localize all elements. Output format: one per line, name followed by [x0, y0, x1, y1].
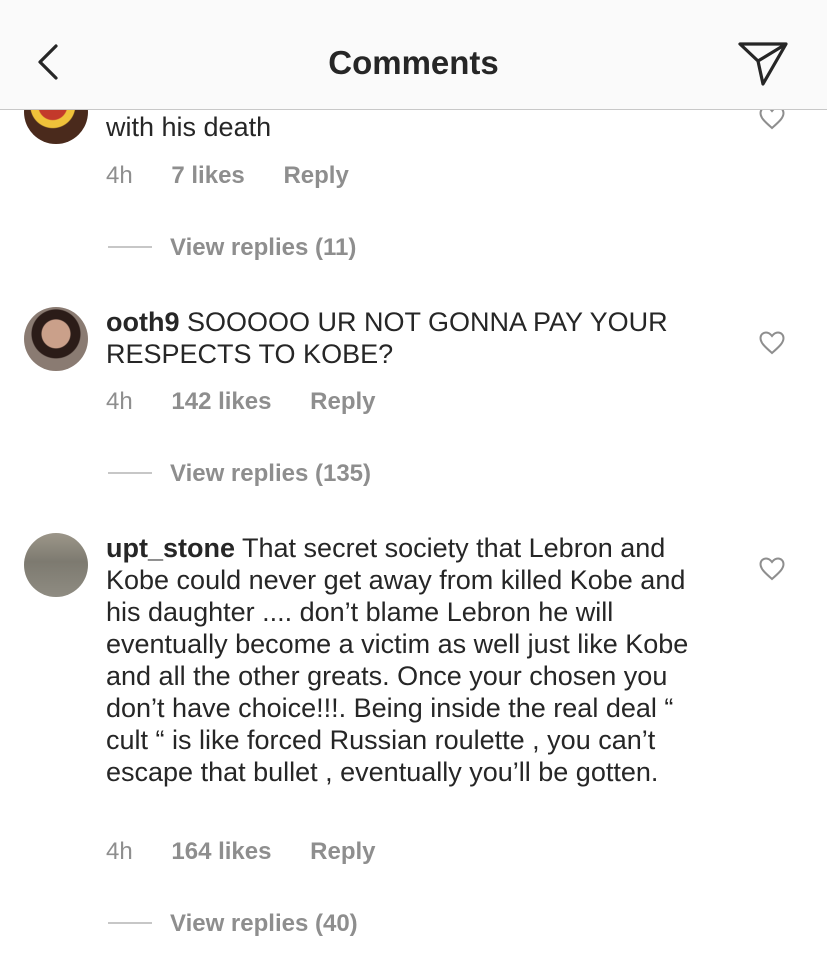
view-replies-label: View replies (11) [170, 234, 357, 261]
view-replies-button[interactable]: View replies (11) [108, 234, 356, 262]
avatar[interactable] [24, 533, 88, 597]
view-replies-button[interactable]: View replies (135) [108, 460, 371, 488]
comment-likes[interactable]: 7 likes [171, 162, 244, 190]
avatar[interactable] [24, 307, 88, 371]
paper-plane-icon[interactable] [736, 38, 790, 88]
comments-feed[interactable]: with his death 4h 7 likes Reply View rep… [0, 0, 827, 964]
view-replies-button[interactable]: View replies (40) [108, 910, 358, 938]
comment-time: 4h [106, 162, 133, 189]
comment-text: ooth9 SOOOOO UR NOT GONNA PAY YOUR RESPE… [106, 306, 716, 370]
navigation-header: Comments [0, 0, 827, 110]
comment-time: 4h [106, 838, 133, 865]
reply-button[interactable]: Reply [283, 162, 348, 190]
divider-line [108, 245, 152, 248]
reply-button[interactable]: Reply [310, 838, 375, 866]
heart-icon[interactable] [759, 331, 785, 355]
comment-likes[interactable]: 142 likes [171, 388, 271, 416]
comment-meta: 4h 164 likes Reply [106, 838, 376, 866]
comment-body: with his death [106, 112, 272, 142]
comment-username[interactable]: upt_stone [106, 533, 235, 563]
view-replies-label: View replies (135) [170, 460, 371, 487]
comment-body: That secret society that Lebron and Kobe… [106, 533, 689, 787]
divider-line [108, 471, 152, 474]
comment-meta: 4h 7 likes Reply [106, 162, 349, 190]
comment-likes[interactable]: 164 likes [171, 838, 271, 866]
comment-time: 4h [106, 388, 133, 415]
divider-line [108, 921, 152, 924]
heart-icon[interactable] [759, 557, 785, 581]
comment-text: with his death [106, 111, 716, 143]
reply-button[interactable]: Reply [310, 388, 375, 416]
view-replies-label: View replies (40) [170, 910, 358, 937]
comment-body: SOOOOO UR NOT GONNA PAY YOUR RESPECTS TO… [106, 307, 668, 369]
comment-text: upt_stone That secret society that Lebro… [106, 532, 716, 788]
comment-username[interactable]: ooth9 [106, 307, 180, 337]
page-title: Comments [328, 44, 499, 81]
comment-meta: 4h 142 likes Reply [106, 388, 376, 416]
